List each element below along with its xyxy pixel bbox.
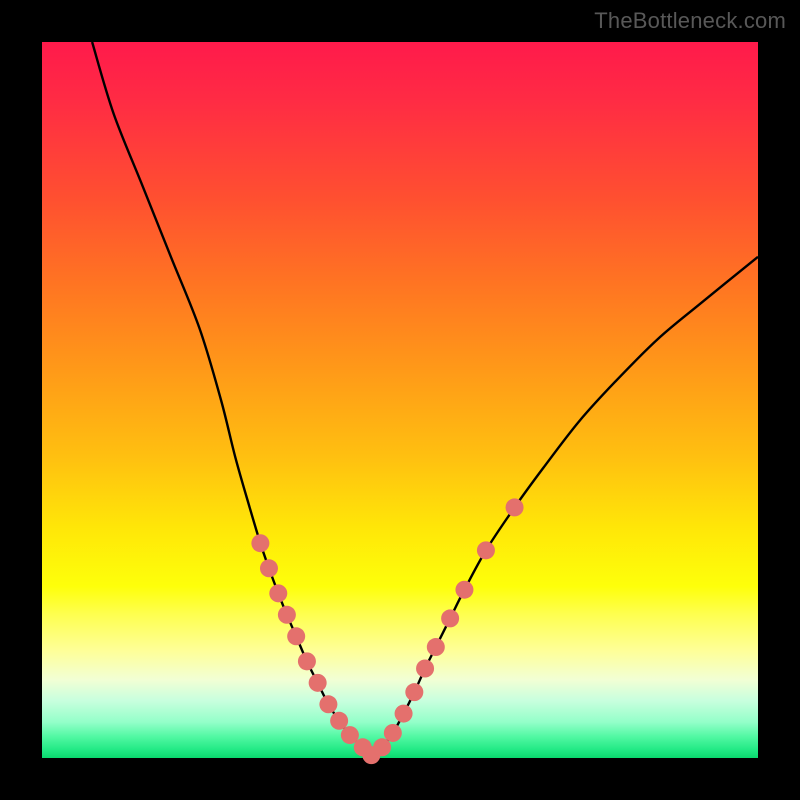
data-marker <box>395 705 413 723</box>
data-marker <box>330 712 348 730</box>
data-marker <box>319 695 337 713</box>
watermark-text: TheBottleneck.com <box>594 8 786 34</box>
chart-svg <box>42 42 758 758</box>
data-marker <box>251 534 269 552</box>
curve-left <box>92 42 371 755</box>
data-marker <box>373 738 391 756</box>
data-marker <box>455 581 473 599</box>
data-marker <box>405 683 423 701</box>
data-marker <box>441 609 459 627</box>
data-marker <box>477 541 495 559</box>
curve-right <box>371 257 758 755</box>
data-marker <box>427 638 445 656</box>
data-marker <box>269 584 287 602</box>
data-marker <box>287 627 305 645</box>
data-marker <box>506 498 524 516</box>
data-marker <box>384 724 402 742</box>
data-marker <box>278 606 296 624</box>
data-markers <box>251 498 523 764</box>
data-marker <box>298 652 316 670</box>
chart-plot-area <box>42 42 758 758</box>
data-marker <box>416 660 434 678</box>
data-marker <box>260 559 278 577</box>
data-marker <box>309 674 327 692</box>
